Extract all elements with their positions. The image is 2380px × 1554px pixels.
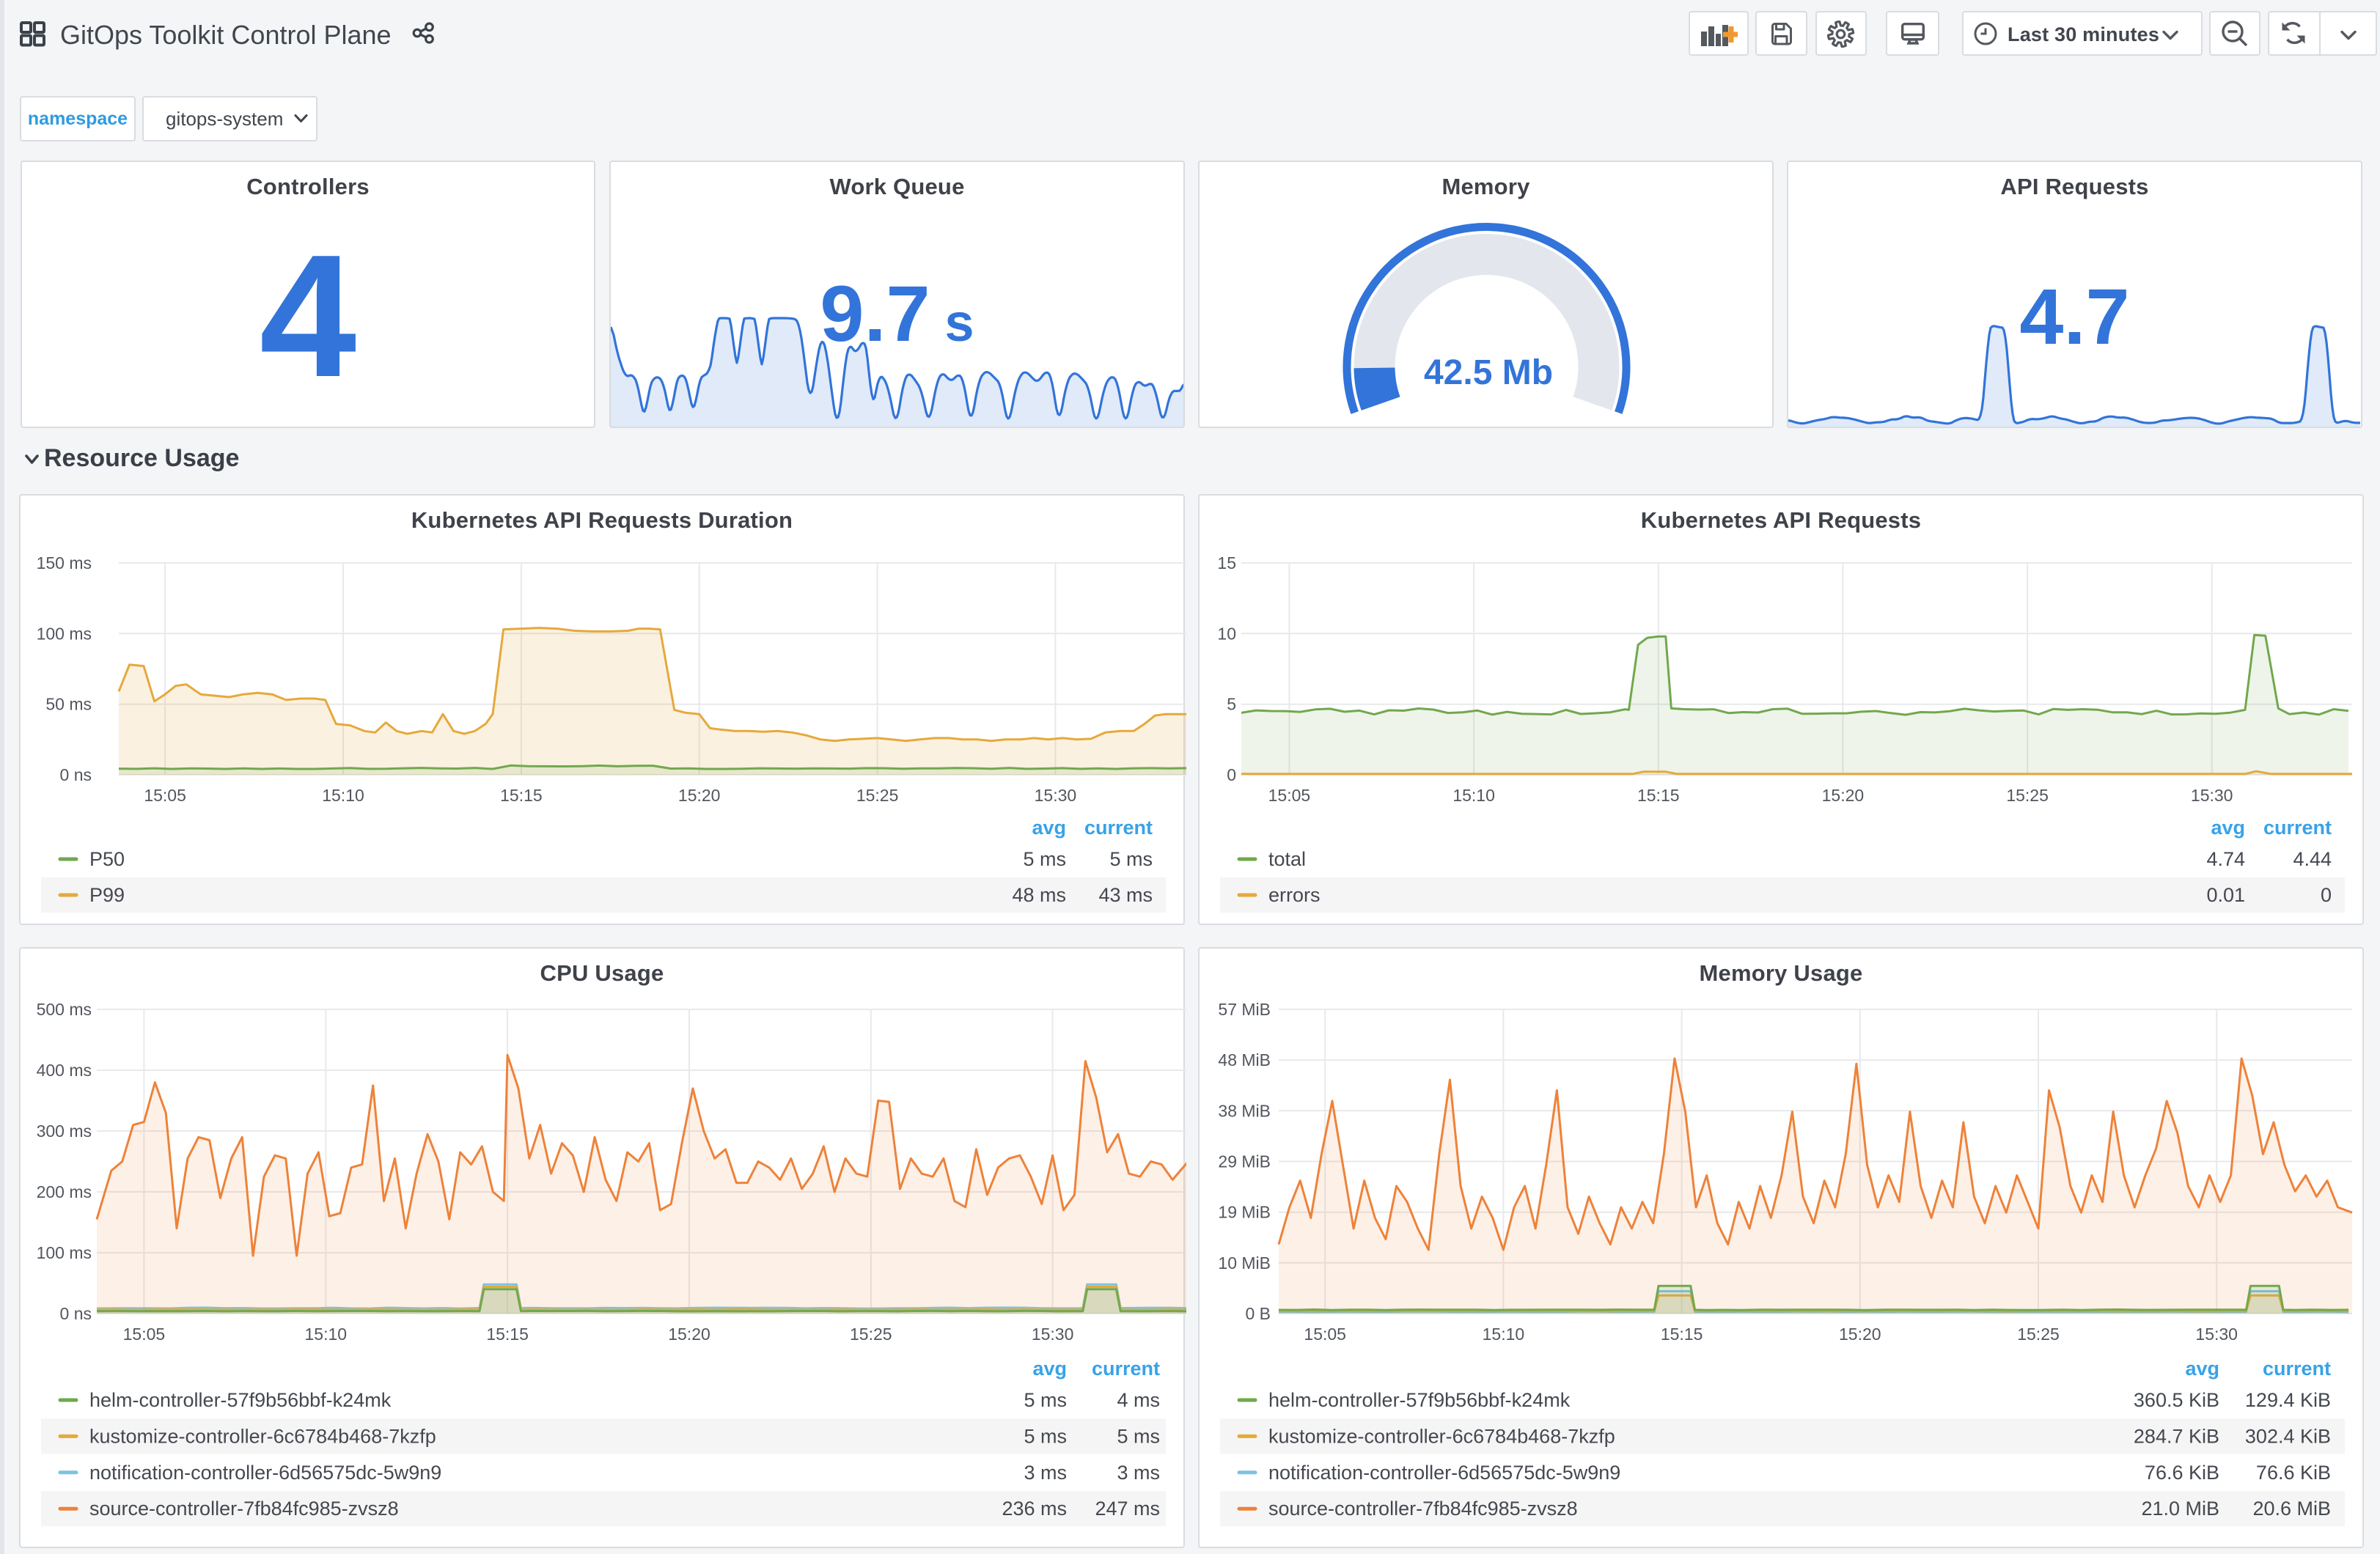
svg-text:15:25: 15:25	[850, 1325, 892, 1344]
svg-text:15:15: 15:15	[1637, 786, 1680, 805]
svg-text:avg: avg	[2185, 1358, 2219, 1380]
svg-text:source-controller-7fb84fc985-z: source-controller-7fb84fc985-zvsz8	[89, 1498, 399, 1520]
svg-text:total: total	[1268, 848, 1306, 870]
svg-text:15:20: 15:20	[1839, 1325, 1881, 1344]
svg-text:100 ms: 100 ms	[37, 624, 92, 643]
svg-text:avg: avg	[1032, 817, 1066, 839]
svg-text:notification-controller-6d5657: notification-controller-6d56575dc-5w9n9	[89, 1462, 441, 1484]
svg-text:15:10: 15:10	[322, 786, 364, 805]
svg-text:P50: P50	[89, 848, 125, 870]
svg-text:15:20: 15:20	[668, 1325, 710, 1344]
svg-text:0: 0	[2321, 884, 2332, 906]
svg-text:5: 5	[1227, 695, 1236, 714]
svg-text:source-controller-7fb84fc985-z: source-controller-7fb84fc985-zvsz8	[1268, 1498, 1578, 1520]
svg-text:15:05: 15:05	[144, 786, 186, 805]
svg-text:500 ms: 500 ms	[37, 1000, 92, 1019]
svg-text:0.01: 0.01	[2206, 884, 2245, 906]
svg-text:0 ns: 0 ns	[60, 765, 92, 784]
svg-text:236 ms: 236 ms	[1002, 1498, 1067, 1520]
svg-text:10: 10	[1217, 624, 1236, 643]
svg-text:10 MiB: 10 MiB	[1218, 1253, 1271, 1273]
svg-text:5 ms: 5 ms	[1109, 848, 1153, 870]
svg-text:302.4 KiB: 302.4 KiB	[2245, 1425, 2331, 1447]
svg-text:57 MiB: 57 MiB	[1218, 1000, 1271, 1019]
svg-text:4.44: 4.44	[2293, 848, 2332, 870]
svg-text:4.74: 4.74	[2206, 848, 2245, 870]
svg-text:15:30: 15:30	[1032, 1325, 1074, 1344]
svg-text:42.5 Mb: 42.5 Mb	[1424, 353, 1553, 392]
svg-text:errors: errors	[1268, 884, 1321, 906]
svg-text:38 MiB: 38 MiB	[1218, 1101, 1271, 1120]
svg-text:avg: avg	[2211, 817, 2245, 839]
svg-text:247 ms: 247 ms	[1095, 1498, 1160, 1520]
svg-text:43 ms: 43 ms	[1098, 884, 1153, 906]
svg-text:19 MiB: 19 MiB	[1218, 1203, 1271, 1222]
svg-text:current: current	[2263, 817, 2332, 839]
svg-text:avg: avg	[1032, 1358, 1067, 1380]
svg-text:kustomize-controller-6c6784b46: kustomize-controller-6c6784b468-7kzfp	[89, 1425, 436, 1447]
svg-text:15:30: 15:30	[2191, 786, 2233, 805]
svg-text:15:15: 15:15	[486, 1325, 529, 1344]
svg-text:15:10: 15:10	[1452, 786, 1495, 805]
svg-text:5 ms: 5 ms	[1024, 1389, 1067, 1411]
svg-text:50 ms: 50 ms	[45, 695, 92, 714]
svg-text:0: 0	[1227, 765, 1236, 784]
svg-text:3 ms: 3 ms	[1117, 1462, 1160, 1484]
svg-text:15:30: 15:30	[2195, 1325, 2238, 1344]
svg-text:current: current	[1092, 1358, 1160, 1380]
svg-text:5 ms: 5 ms	[1117, 1425, 1160, 1447]
svg-text:15:15: 15:15	[500, 786, 543, 805]
svg-text:5 ms: 5 ms	[1024, 1425, 1067, 1447]
svg-text:15:25: 15:25	[2017, 1325, 2060, 1344]
svg-text:0 B: 0 B	[1245, 1304, 1271, 1323]
svg-text:48 MiB: 48 MiB	[1218, 1050, 1271, 1069]
svg-text:29 MiB: 29 MiB	[1218, 1152, 1271, 1171]
svg-text:helm-controller-57f9b56bbf-k24: helm-controller-57f9b56bbf-k24mk	[1268, 1389, 1571, 1411]
svg-text:15:25: 15:25	[856, 786, 899, 805]
svg-text:100 ms: 100 ms	[37, 1243, 92, 1262]
svg-text:4 ms: 4 ms	[1117, 1389, 1160, 1411]
svg-text:kustomize-controller-6c6784b46: kustomize-controller-6c6784b468-7kzfp	[1268, 1425, 1615, 1447]
svg-text:21.0 MiB: 21.0 MiB	[2141, 1498, 2219, 1520]
svg-text:400 ms: 400 ms	[37, 1061, 92, 1080]
svg-text:15:30: 15:30	[1035, 786, 1077, 805]
svg-text:76.6 KiB: 76.6 KiB	[2145, 1462, 2219, 1484]
svg-text:15:20: 15:20	[1822, 786, 1865, 805]
svg-text:P99: P99	[89, 884, 125, 906]
svg-text:15:05: 15:05	[1268, 786, 1311, 805]
svg-text:5 ms: 5 ms	[1023, 848, 1066, 870]
svg-text:15: 15	[1217, 553, 1236, 572]
svg-text:15:05: 15:05	[1304, 1325, 1346, 1344]
svg-text:15:05: 15:05	[123, 1325, 166, 1344]
svg-text:284.7 KiB: 284.7 KiB	[2134, 1425, 2219, 1447]
svg-text:129.4 KiB: 129.4 KiB	[2245, 1389, 2331, 1411]
svg-text:200 ms: 200 ms	[37, 1182, 92, 1201]
svg-text:0 ns: 0 ns	[60, 1304, 92, 1323]
svg-text:15:10: 15:10	[305, 1325, 348, 1344]
svg-text:48 ms: 48 ms	[1012, 884, 1066, 906]
svg-text:helm-controller-57f9b56bbf-k24: helm-controller-57f9b56bbf-k24mk	[89, 1389, 392, 1411]
svg-text:15:15: 15:15	[1661, 1325, 1703, 1344]
svg-text:15:10: 15:10	[1483, 1325, 1525, 1344]
svg-text:76.6 KiB: 76.6 KiB	[2256, 1462, 2331, 1484]
svg-text:current: current	[2263, 1358, 2331, 1380]
svg-text:current: current	[1084, 817, 1153, 839]
svg-text:15:20: 15:20	[678, 786, 721, 805]
svg-text:3 ms: 3 ms	[1024, 1462, 1067, 1484]
svg-text:300 ms: 300 ms	[37, 1122, 92, 1141]
svg-text:15:25: 15:25	[2006, 786, 2049, 805]
svg-text:360.5 KiB: 360.5 KiB	[2134, 1389, 2219, 1411]
svg-text:notification-controller-6d5657: notification-controller-6d56575dc-5w9n9	[1268, 1462, 1620, 1484]
svg-text:20.6 MiB: 20.6 MiB	[2252, 1498, 2331, 1520]
svg-text:150 ms: 150 ms	[37, 553, 92, 572]
